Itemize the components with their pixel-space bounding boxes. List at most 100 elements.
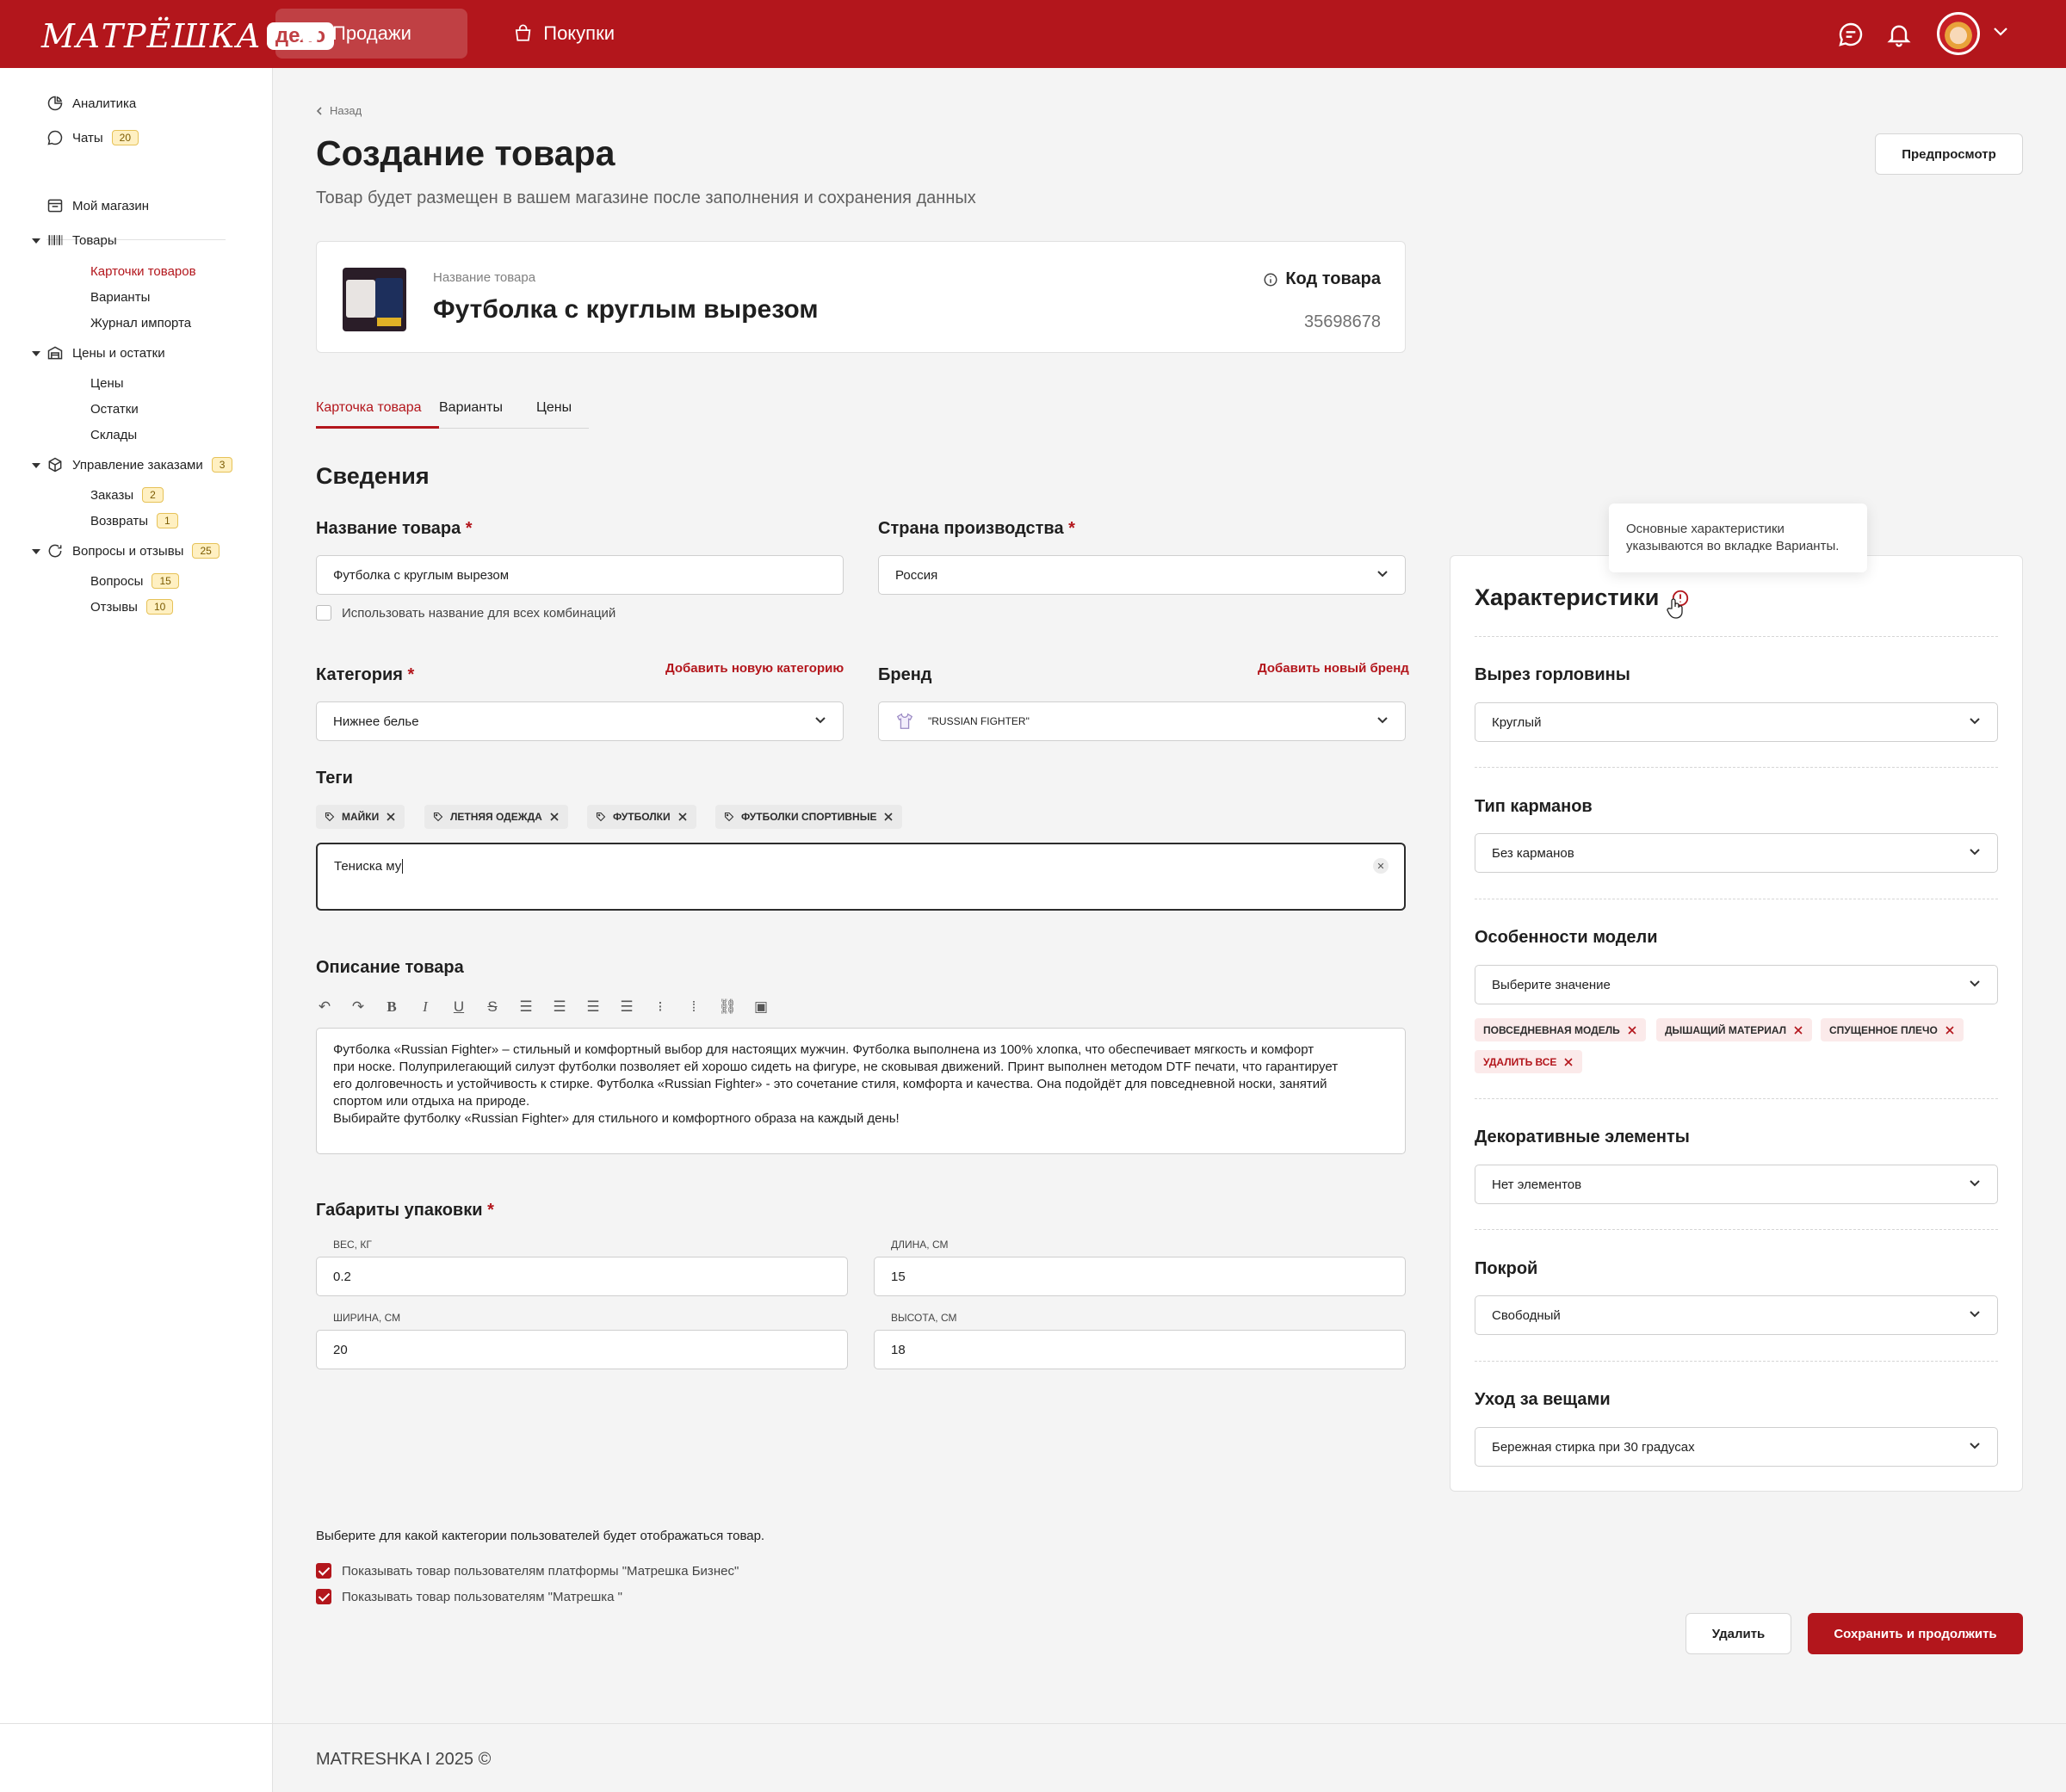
vis-business-checkbox[interactable]: Показывать товар пользователям платформы… — [316, 1563, 739, 1579]
delete-button[interactable]: Удалить — [1686, 1613, 1791, 1654]
weight-input[interactable]: 0.2 — [316, 1257, 848, 1296]
close-icon[interactable] — [1793, 1025, 1803, 1035]
underline-icon[interactable]: U — [450, 998, 467, 1016]
category-field-label-text: Категория — [316, 665, 403, 684]
sidebar-subitem-label: Склады — [90, 428, 138, 442]
tag-chip: Майки — [316, 805, 405, 829]
tag-icon — [596, 812, 606, 822]
caret-down-icon[interactable] — [31, 547, 41, 557]
caret-down-icon[interactable] — [31, 460, 41, 471]
sidebar-subitem-stock[interactable]: Остатки — [90, 402, 139, 417]
chevron-down-icon[interactable] — [1992, 26, 2009, 38]
char-features-select[interactable]: Выберите значение — [1475, 965, 1998, 1004]
remove-all-label: Удалить все — [1483, 1055, 1557, 1068]
vis-matreshka-checkbox[interactable]: Показывать товар пользователям "Матрешка… — [316, 1589, 622, 1604]
tab-purchases[interactable]: Покупки — [491, 9, 637, 59]
bullet-list-icon[interactable]: ⁝ — [652, 998, 669, 1016]
checkbox-box — [316, 1589, 331, 1604]
char-pockets-select[interactable]: Без карманов — [1475, 833, 1998, 873]
sidebar-item-goods[interactable]: Товары — [46, 232, 117, 249]
char-neckline-select[interactable]: Круглый — [1475, 702, 1998, 742]
info-icon[interactable] — [1263, 272, 1278, 287]
sidebar-item-label: Цены и остатки — [72, 345, 165, 361]
sidebar-subitem-product-cards[interactable]: Карточки товаров — [90, 264, 196, 279]
sidebar-subitem-questions[interactable]: Вопросы 15 — [90, 573, 179, 589]
close-icon[interactable] — [677, 812, 688, 822]
tags-input[interactable]: Тениска му ✕ — [316, 843, 1406, 911]
caret-down-icon[interactable] — [31, 349, 41, 359]
sidebar-item-analytics[interactable]: Аналитика — [46, 95, 136, 112]
name-input[interactable]: Футболка с круглым вырезом — [316, 555, 844, 595]
add-brand-link[interactable]: Добавить новый бренд — [1258, 661, 1409, 676]
back-link[interactable]: Назад — [316, 104, 362, 117]
close-icon[interactable] — [1945, 1025, 1955, 1035]
sidebar-subitem-warehouses[interactable]: Склады — [90, 428, 137, 442]
use-name-all-checkbox[interactable]: Использовать название для всех комбинаци… — [316, 605, 615, 621]
section-title: Сведения — [316, 463, 430, 489]
clear-input-icon[interactable]: ✕ — [1373, 858, 1389, 874]
dims-field-label: Габариты упаковки * — [316, 1201, 494, 1220]
chat-icon[interactable] — [1837, 21, 1865, 48]
length-input[interactable]: 15 — [874, 1257, 1406, 1296]
description-textarea[interactable]: Футболка «Russian Fighter» – стильный и … — [316, 1028, 1406, 1154]
char-care-select[interactable]: Бережная стирка при 30 градусах — [1475, 1427, 1998, 1467]
char-cut-select[interactable]: Свободный — [1475, 1295, 1998, 1335]
undo-icon[interactable]: ↶ — [316, 998, 333, 1016]
sidebar-item-my-store[interactable]: Мой магазин — [46, 197, 149, 214]
sidebar-item-label: Вопросы и отзывы — [72, 543, 184, 559]
close-icon[interactable] — [386, 812, 396, 822]
sidebar-subitem-variants[interactable]: Варианты — [90, 290, 150, 305]
align-right-icon[interactable]: ☰ — [585, 998, 602, 1016]
char-decor-select[interactable]: Нет элементов — [1475, 1165, 1998, 1204]
italic-icon[interactable]: I — [417, 998, 434, 1016]
tab-variants[interactable]: Варианты — [439, 399, 536, 428]
align-justify-icon[interactable]: ☰ — [618, 998, 635, 1016]
country-select[interactable]: Россия — [878, 555, 1406, 595]
close-icon[interactable] — [549, 812, 560, 822]
sidebar-subitem-import-log[interactable]: Журнал импорта — [90, 316, 191, 331]
sidebar-subitem-reviews[interactable]: Отзывы 10 — [90, 599, 174, 615]
sidebar-subitem-returns[interactable]: Возвраты 1 — [90, 513, 178, 528]
avatar[interactable] — [1937, 12, 1980, 55]
product-name: Футболка с круглым вырезом — [433, 295, 819, 324]
align-center-icon[interactable]: ☰ — [551, 998, 568, 1016]
sidebar-item-prices[interactable]: Цены и остатки — [46, 344, 165, 361]
close-icon[interactable] — [1627, 1025, 1637, 1035]
sidebar-subitem-orders[interactable]: Заказы 2 — [90, 487, 164, 503]
weight-label: вес, кг — [333, 1239, 372, 1251]
strikethrough-icon[interactable]: S — [484, 998, 501, 1016]
save-continue-button[interactable]: Сохранить и продолжить — [1808, 1613, 2023, 1654]
image-icon[interactable]: ▣ — [752, 998, 770, 1016]
width-input[interactable]: 20 — [316, 1330, 848, 1369]
tab-prices[interactable]: Цены — [536, 399, 589, 428]
tab-sales[interactable]: Продажи — [275, 9, 467, 59]
sidebar-item-qa[interactable]: Вопросы и отзывы 25 — [46, 542, 220, 559]
bold-icon[interactable]: B — [383, 998, 400, 1016]
add-category-link[interactable]: Добавить новую категорию — [665, 661, 844, 676]
divider — [1475, 1361, 1998, 1362]
sidebar-item-orders[interactable]: Управление заказами 3 — [46, 456, 233, 473]
tag-label: Футболки — [613, 811, 671, 823]
redo-icon[interactable]: ↷ — [349, 998, 367, 1016]
caret-down-icon[interactable] — [31, 236, 41, 246]
product-summary-card: Название товара Футболка с круглым вырез… — [316, 241, 1406, 353]
page-title: Создание товара — [316, 133, 615, 173]
country-select-value: Россия — [895, 567, 938, 583]
align-left-icon[interactable]: ☰ — [517, 998, 535, 1016]
remove-all-tags-button[interactable]: Удалить все — [1475, 1050, 1583, 1073]
numbered-list-icon[interactable]: ⁞ — [685, 998, 702, 1016]
category-select[interactable]: Нижнее белье — [316, 701, 844, 741]
bell-icon[interactable] — [1885, 21, 1913, 48]
close-icon[interactable] — [883, 812, 894, 822]
preview-button[interactable]: Предпросмотр — [1875, 133, 2023, 175]
brand-select-value: "RUSSIAN FIGHTER" — [928, 715, 1030, 727]
sidebar-item-chats[interactable]: Чаты 20 — [46, 129, 139, 146]
tag-icon — [724, 812, 734, 822]
sidebar-subitem-prices[interactable]: Цены — [90, 376, 124, 391]
height-input[interactable]: 18 — [874, 1330, 1406, 1369]
tags-input-value: Тениска му — [334, 859, 402, 874]
brand-select[interactable]: "RUSSIAN FIGHTER" — [878, 701, 1406, 741]
tab-product-card[interactable]: Карточка товара — [316, 399, 439, 429]
description-field-label: Описание товара — [316, 958, 464, 977]
link-icon[interactable]: ⛓ — [718, 998, 737, 1016]
